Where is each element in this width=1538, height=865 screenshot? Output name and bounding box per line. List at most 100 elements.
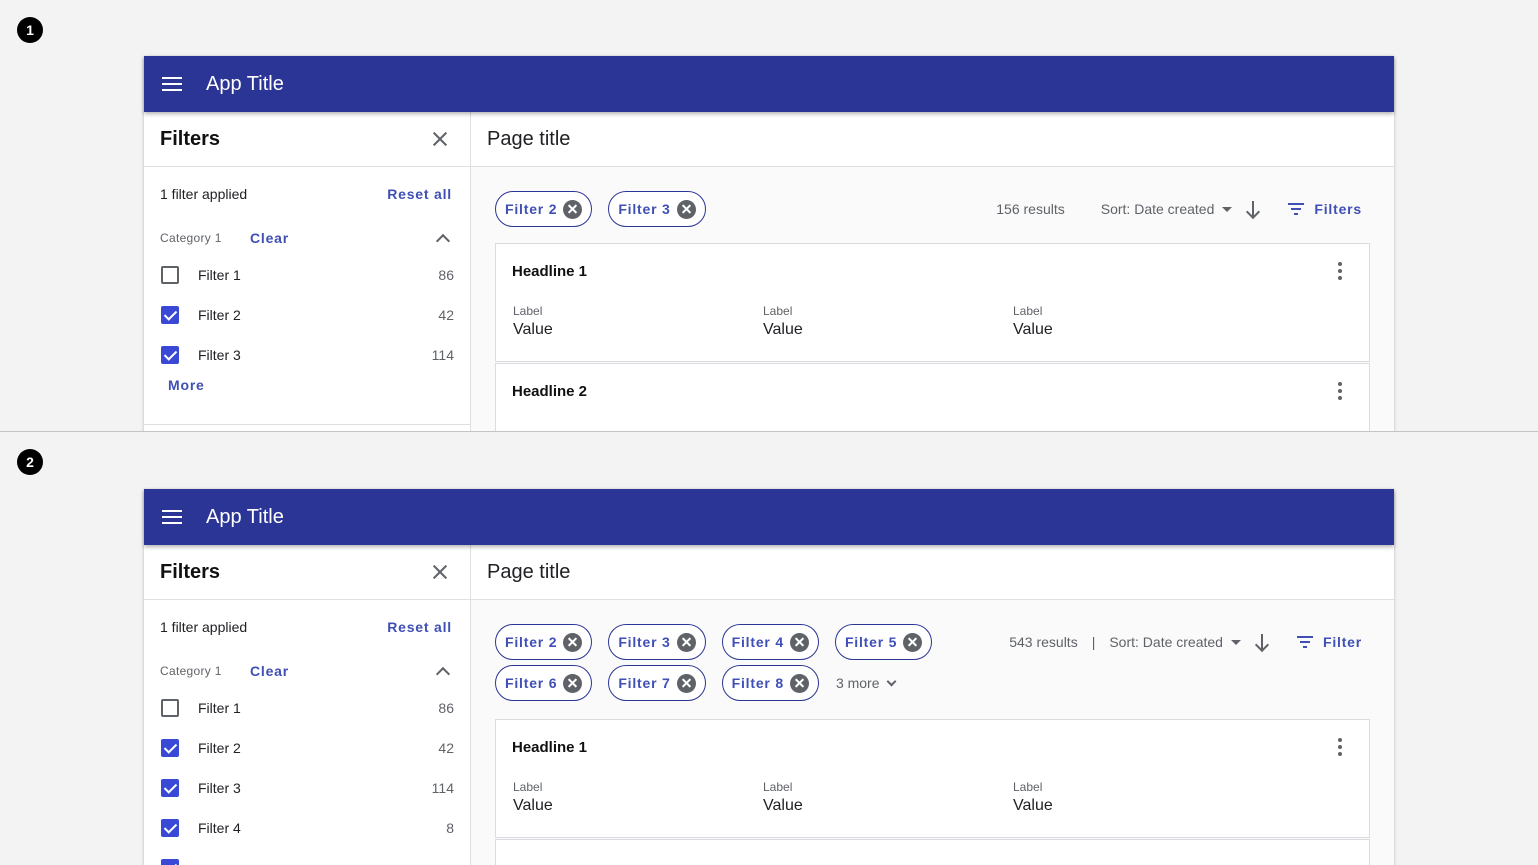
arrow-down-icon[interactable] (1246, 200, 1260, 218)
filter-chip[interactable]: Filter 3 (608, 624, 706, 660)
sort-dropdown[interactable]: Sort: Date created (1109, 634, 1241, 650)
results-toolbar: Filter 2 Filter 3 Filter 4 Filter 5 Filt… (471, 600, 1394, 701)
results-toolbar: Filter 2 Filter 3 156 results Sort: Date… (471, 167, 1394, 227)
chip-close-icon[interactable] (676, 632, 696, 652)
arrow-down-icon[interactable] (1255, 633, 1269, 651)
card-headline: Headline 2 (512, 382, 588, 400)
more-chips-toggle[interactable]: 3 more (835, 665, 896, 701)
filter-option[interactable]: Filter 2 42 (144, 728, 470, 768)
filter-chip-label: Filter 3 (618, 634, 671, 650)
chip-close-icon[interactable] (676, 199, 696, 219)
filters-button[interactable]: Filter (1296, 634, 1362, 650)
chip-close-icon[interactable] (563, 673, 583, 693)
checkbox-icon[interactable] (161, 739, 179, 757)
filter-option-count: 42 (438, 740, 454, 756)
filter-chip[interactable]: Filter 3 (608, 191, 706, 227)
chip-close-icon[interactable] (903, 632, 923, 652)
field-value: Value (1013, 321, 1053, 338)
chip-close-icon[interactable] (676, 673, 696, 693)
chevron-up-icon[interactable] (435, 233, 451, 249)
app-bar: App Title (144, 56, 1394, 112)
filter-option[interactable]: Filter 1 86 (144, 255, 470, 295)
filter-option[interactable]: Filter 2 42 (144, 295, 470, 335)
checkbox-icon[interactable] (161, 306, 179, 324)
dropdown-caret-icon (1222, 206, 1233, 212)
field-label: Label (763, 780, 793, 794)
app-title: App Title (206, 72, 284, 95)
filter-option[interactable]: Filter 4 8 (144, 808, 470, 848)
filters-button[interactable]: Filters (1288, 201, 1362, 217)
dropdown-caret-icon (1230, 639, 1241, 645)
field-value: Value (1013, 797, 1053, 814)
filters-sidebar: Filters 1 filter applied Reset all Categ… (144, 112, 471, 431)
sort-label: Sort: Date created (1109, 634, 1223, 650)
filter-chip[interactable]: Filter 4 (721, 624, 819, 660)
filter-option[interactable] (144, 848, 470, 865)
chip-close-icon[interactable] (563, 632, 583, 652)
filters-applied-text: 1 filter applied (160, 186, 248, 202)
reset-all-button[interactable]: Reset all (387, 186, 452, 202)
filter-chip[interactable]: Filter 7 (608, 665, 706, 701)
checkbox-icon[interactable] (161, 819, 179, 837)
more-vert-icon[interactable] (1330, 738, 1350, 756)
category-clear-button[interactable]: Clear (250, 230, 289, 246)
close-icon[interactable] (428, 127, 452, 151)
filters-sidebar: Filters 1 filter applied Reset all Categ… (144, 545, 471, 865)
filter-chip[interactable]: Filter 6 (495, 665, 593, 701)
variant-panel-1: 1 App Title Filters 1 filter applied Res… (0, 0, 1538, 432)
main-content: Page title Filter 2 Filter 3 156 results… (471, 112, 1394, 431)
filter-option-label: Filter 2 (198, 307, 241, 323)
field-value: Value (513, 797, 553, 814)
menu-icon[interactable] (162, 77, 182, 91)
filter-chip[interactable]: Filter 5 (834, 624, 933, 660)
chip-close-icon[interactable] (789, 673, 809, 693)
checkbox-icon[interactable] (161, 859, 179, 865)
field-label: Label (1013, 780, 1043, 794)
category-clear-button[interactable]: Clear (250, 663, 289, 679)
filter-list-icon (1288, 203, 1305, 215)
more-vert-icon[interactable] (1330, 262, 1350, 280)
sort-label: Sort: Date created (1100, 201, 1215, 217)
divider (144, 424, 470, 425)
filter-option-label: Filter 2 (198, 740, 241, 756)
field-label: Label (763, 304, 793, 318)
chevron-up-icon[interactable] (435, 666, 451, 682)
filter-option[interactable]: Filter 1 86 (144, 688, 470, 728)
filter-option-count: 42 (438, 307, 454, 323)
filter-chip[interactable]: Filter 8 (721, 665, 819, 701)
results-count: 156 results (996, 201, 1065, 217)
variant-panel-2: 2 App Title Filters 1 filter applied Res… (0, 433, 1538, 865)
result-card[interactable] (495, 839, 1370, 865)
page-title: Page title (487, 560, 571, 583)
more-filters-button[interactable]: More (144, 371, 229, 399)
filter-option[interactable]: Filter 3 114 (144, 768, 470, 808)
filter-chip-label: Filter 7 (618, 675, 671, 691)
category-label: Category 1 (160, 664, 222, 678)
more-vert-icon[interactable] (1330, 382, 1350, 400)
filter-chip-label: Filter 2 (505, 634, 558, 650)
filter-option-label: Filter 3 (198, 780, 241, 796)
sort-dropdown[interactable]: Sort: Date created (1101, 201, 1233, 217)
checkbox-icon[interactable] (161, 346, 179, 364)
filter-chip[interactable]: Filter 2 (495, 191, 593, 227)
result-card[interactable]: Headline 1 Label Value Label Value Label Va… (495, 243, 1370, 362)
close-icon[interactable] (428, 560, 452, 584)
page-title: Page title (487, 127, 571, 150)
reset-all-button[interactable]: Reset all (387, 619, 452, 635)
chip-close-icon[interactable] (789, 632, 809, 652)
category-header: Category 1 Clear (144, 221, 470, 255)
filter-option-count: 114 (431, 347, 454, 363)
chevron-down-icon (886, 676, 896, 686)
result-card[interactable]: Headline 1 Label Value Label Value Label Va… (495, 719, 1370, 838)
sidebar-title: Filters (160, 560, 221, 583)
filter-option[interactable]: Filter 3 114 (144, 335, 470, 375)
filters-button-label: Filters (1314, 201, 1362, 217)
menu-icon[interactable] (162, 510, 182, 524)
checkbox-icon[interactable] (161, 699, 179, 717)
checkbox-icon[interactable] (161, 779, 179, 797)
active-filter-chips: Filter 2 Filter 3 (495, 191, 975, 227)
filter-chip[interactable]: Filter 2 (495, 624, 593, 660)
checkbox-icon[interactable] (161, 266, 179, 284)
result-card[interactable]: Headline 2 (495, 363, 1370, 431)
chip-close-icon[interactable] (563, 199, 583, 219)
